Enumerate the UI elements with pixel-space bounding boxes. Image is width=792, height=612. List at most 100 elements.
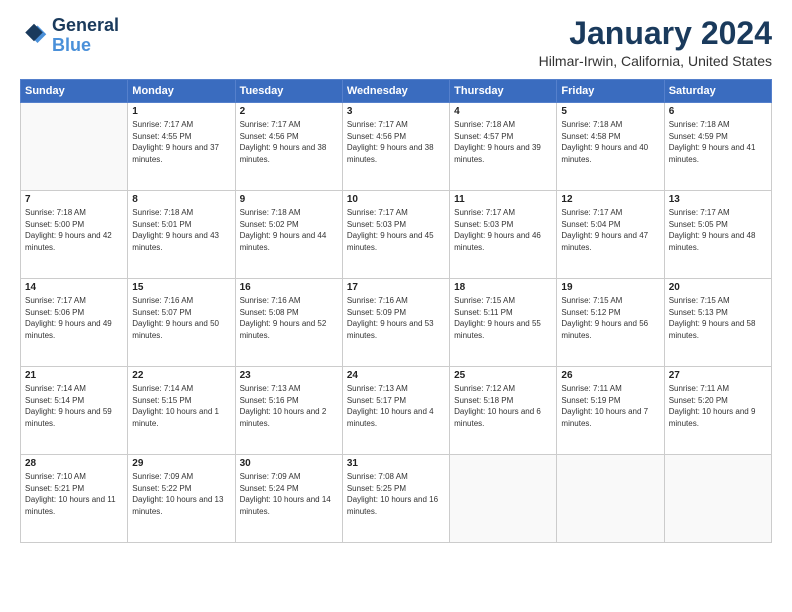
calendar-cell [664,455,771,543]
logo-line1: General [52,16,119,36]
col-friday: Friday [557,80,664,103]
day-number: 24 [347,370,445,381]
calendar-cell: 2Sunrise: 7:17 AMSunset: 4:56 PMDaylight… [235,103,342,191]
calendar-cell: 10 Sunrise: 7:17 AMSunset: 5:03 PMDayligh… [342,191,449,279]
day-number: 20 [669,282,767,293]
day-number: 17 [347,282,445,293]
calendar-cell: 13 Sunrise: 7:17 AMSunset: 5:05 PMDayligh… [664,191,771,279]
day-number: 21 [25,370,123,381]
day-number: 1 [132,106,230,117]
day-number: 3 [347,106,445,117]
calendar-cell: 25 Sunrise: 7:12 AMSunset: 5:18 PMDayligh… [450,367,557,455]
day-number: 9 [240,194,338,205]
day-info: Sunrise: 7:15 AMSunset: 5:12 PMDaylight:… [561,295,659,341]
calendar-cell: 7 Sunrise: 7:18 AMSunset: 5:00 PMDaylight… [21,191,128,279]
calendar-cell: 30Sunrise: 7:09 AMSunset: 5:24 PMDayligh… [235,455,342,543]
calendar-cell: 17 Sunrise: 7:16 AMSunset: 5:09 PMDayligh… [342,279,449,367]
calendar-cell: 15 Sunrise: 7:16 AMSunset: 5:07 PMDayligh… [128,279,235,367]
day-info: Sunrise: 7:11 AMSunset: 5:20 PMDaylight:… [669,383,767,429]
day-info: Sunrise: 7:13 AMSunset: 5:16 PMDaylight:… [240,383,338,429]
day-number: 19 [561,282,659,293]
logo-text: General Blue [52,16,119,56]
day-number: 31 [347,458,445,469]
day-info: Sunrise: 7:15 AMSunset: 5:13 PMDaylight:… [669,295,767,341]
calendar-cell: 16Sunrise: 7:16 AMSunset: 5:08 PMDayligh… [235,279,342,367]
day-number: 28 [25,458,123,469]
day-info: Sunrise: 7:17 AMSunset: 4:55 PMDaylight:… [132,119,230,165]
col-monday: Monday [128,80,235,103]
day-number: 10 [347,194,445,205]
day-info: Sunrise: 7:17 AMSunset: 4:56 PMDaylight:… [240,119,338,165]
calendar-cell: 23 Sunrise: 7:13 AMSunset: 5:16 PMDayligh… [235,367,342,455]
day-info: Sunrise: 7:15 AMSunset: 5:11 PMDaylight:… [454,295,552,341]
calendar-cell: 29Sunrise: 7:09 AMSunset: 5:22 PMDayligh… [128,455,235,543]
calendar-cell: 26 Sunrise: 7:11 AMSunset: 5:19 PMDayligh… [557,367,664,455]
day-info: Sunrise: 7:18 AMSunset: 5:00 PMDaylight:… [25,207,123,253]
subtitle: Hilmar-Irwin, California, United States [539,53,772,69]
day-number: 14 [25,282,123,293]
day-info: Sunrise: 7:08 AMSunset: 5:25 PMDaylight:… [347,471,445,517]
day-info: Sunrise: 7:18 AMSunset: 4:58 PMDaylight:… [561,119,659,165]
col-wednesday: Wednesday [342,80,449,103]
day-info: Sunrise: 7:17 AMSunset: 5:06 PMDaylight:… [25,295,123,341]
col-saturday: Saturday [664,80,771,103]
calendar-cell: 11 Sunrise: 7:17 AMSunset: 5:03 PMDayligh… [450,191,557,279]
day-info: Sunrise: 7:17 AMSunset: 5:04 PMDaylight:… [561,207,659,253]
calendar-cell: 24Sunrise: 7:13 AMSunset: 5:17 PMDayligh… [342,367,449,455]
day-number: 30 [240,458,338,469]
day-info: Sunrise: 7:16 AMSunset: 5:09 PMDaylight:… [347,295,445,341]
day-info: Sunrise: 7:16 AMSunset: 5:07 PMDaylight:… [132,295,230,341]
day-number: 27 [669,370,767,381]
day-info: Sunrise: 7:17 AMSunset: 5:05 PMDaylight:… [669,207,767,253]
day-number: 15 [132,282,230,293]
day-number: 7 [25,194,123,205]
day-info: Sunrise: 7:18 AMSunset: 5:01 PMDaylight:… [132,207,230,253]
day-number: 12 [561,194,659,205]
calendar-week-1: 1 Sunrise: 7:17 AMSunset: 4:55 PMDaylight… [21,103,772,191]
day-number: 26 [561,370,659,381]
calendar-cell [557,455,664,543]
day-info: Sunrise: 7:18 AMSunset: 4:59 PMDaylight:… [669,119,767,165]
calendar-cell: 28Sunrise: 7:10 AMSunset: 5:21 PMDayligh… [21,455,128,543]
day-number: 8 [132,194,230,205]
day-number: 11 [454,194,552,205]
calendar-cell: 3 Sunrise: 7:17 AMSunset: 4:56 PMDaylight… [342,103,449,191]
calendar-cell: 20 Sunrise: 7:15 AMSunset: 5:13 PMDayligh… [664,279,771,367]
col-sunday: Sunday [21,80,128,103]
day-number: 23 [240,370,338,381]
logo-line2: Blue [52,36,119,56]
page: General Blue January 2024 Hilmar-Irwin, … [0,0,792,612]
calendar-cell [450,455,557,543]
calendar-cell: 12 Sunrise: 7:17 AMSunset: 5:04 PMDayligh… [557,191,664,279]
day-number: 13 [669,194,767,205]
calendar-table: Sunday Monday Tuesday Wednesday Thursday… [20,79,772,543]
calendar-cell: 18 Sunrise: 7:15 AMSunset: 5:11 PMDayligh… [450,279,557,367]
day-info: Sunrise: 7:18 AMSunset: 5:02 PMDaylight:… [240,207,338,253]
calendar-cell: 6 Sunrise: 7:18 AMSunset: 4:59 PMDaylight… [664,103,771,191]
col-tuesday: Tuesday [235,80,342,103]
calendar-week-4: 21Sunrise: 7:14 AMSunset: 5:14 PMDayligh… [21,367,772,455]
day-number: 18 [454,282,552,293]
day-number: 29 [132,458,230,469]
day-number: 5 [561,106,659,117]
day-info: Sunrise: 7:17 AMSunset: 5:03 PMDaylight:… [347,207,445,253]
day-number: 6 [669,106,767,117]
calendar-cell: 19 Sunrise: 7:15 AMSunset: 5:12 PMDayligh… [557,279,664,367]
calendar-week-3: 14 Sunrise: 7:17 AMSunset: 5:06 PMDayligh… [21,279,772,367]
calendar-header-row: Sunday Monday Tuesday Wednesday Thursday… [21,80,772,103]
day-info: Sunrise: 7:16 AMSunset: 5:08 PMDaylight:… [240,295,338,341]
day-info: Sunrise: 7:12 AMSunset: 5:18 PMDaylight:… [454,383,552,429]
calendar-cell: 27 Sunrise: 7:11 AMSunset: 5:20 PMDayligh… [664,367,771,455]
calendar-week-5: 28Sunrise: 7:10 AMSunset: 5:21 PMDayligh… [21,455,772,543]
day-info: Sunrise: 7:17 AMSunset: 5:03 PMDaylight:… [454,207,552,253]
logo: General Blue [20,16,119,56]
calendar-cell: 22 Sunrise: 7:14 AMSunset: 5:15 PMDayligh… [128,367,235,455]
day-info: Sunrise: 7:14 AMSunset: 5:15 PMDaylight:… [132,383,230,429]
calendar-cell: 9 Sunrise: 7:18 AMSunset: 5:02 PMDaylight… [235,191,342,279]
day-info: Sunrise: 7:17 AMSunset: 4:56 PMDaylight:… [347,119,445,165]
day-number: 25 [454,370,552,381]
calendar-cell: 31 Sunrise: 7:08 AMSunset: 5:25 PMDayligh… [342,455,449,543]
day-info: Sunrise: 7:11 AMSunset: 5:19 PMDaylight:… [561,383,659,429]
day-number: 22 [132,370,230,381]
day-number: 4 [454,106,552,117]
